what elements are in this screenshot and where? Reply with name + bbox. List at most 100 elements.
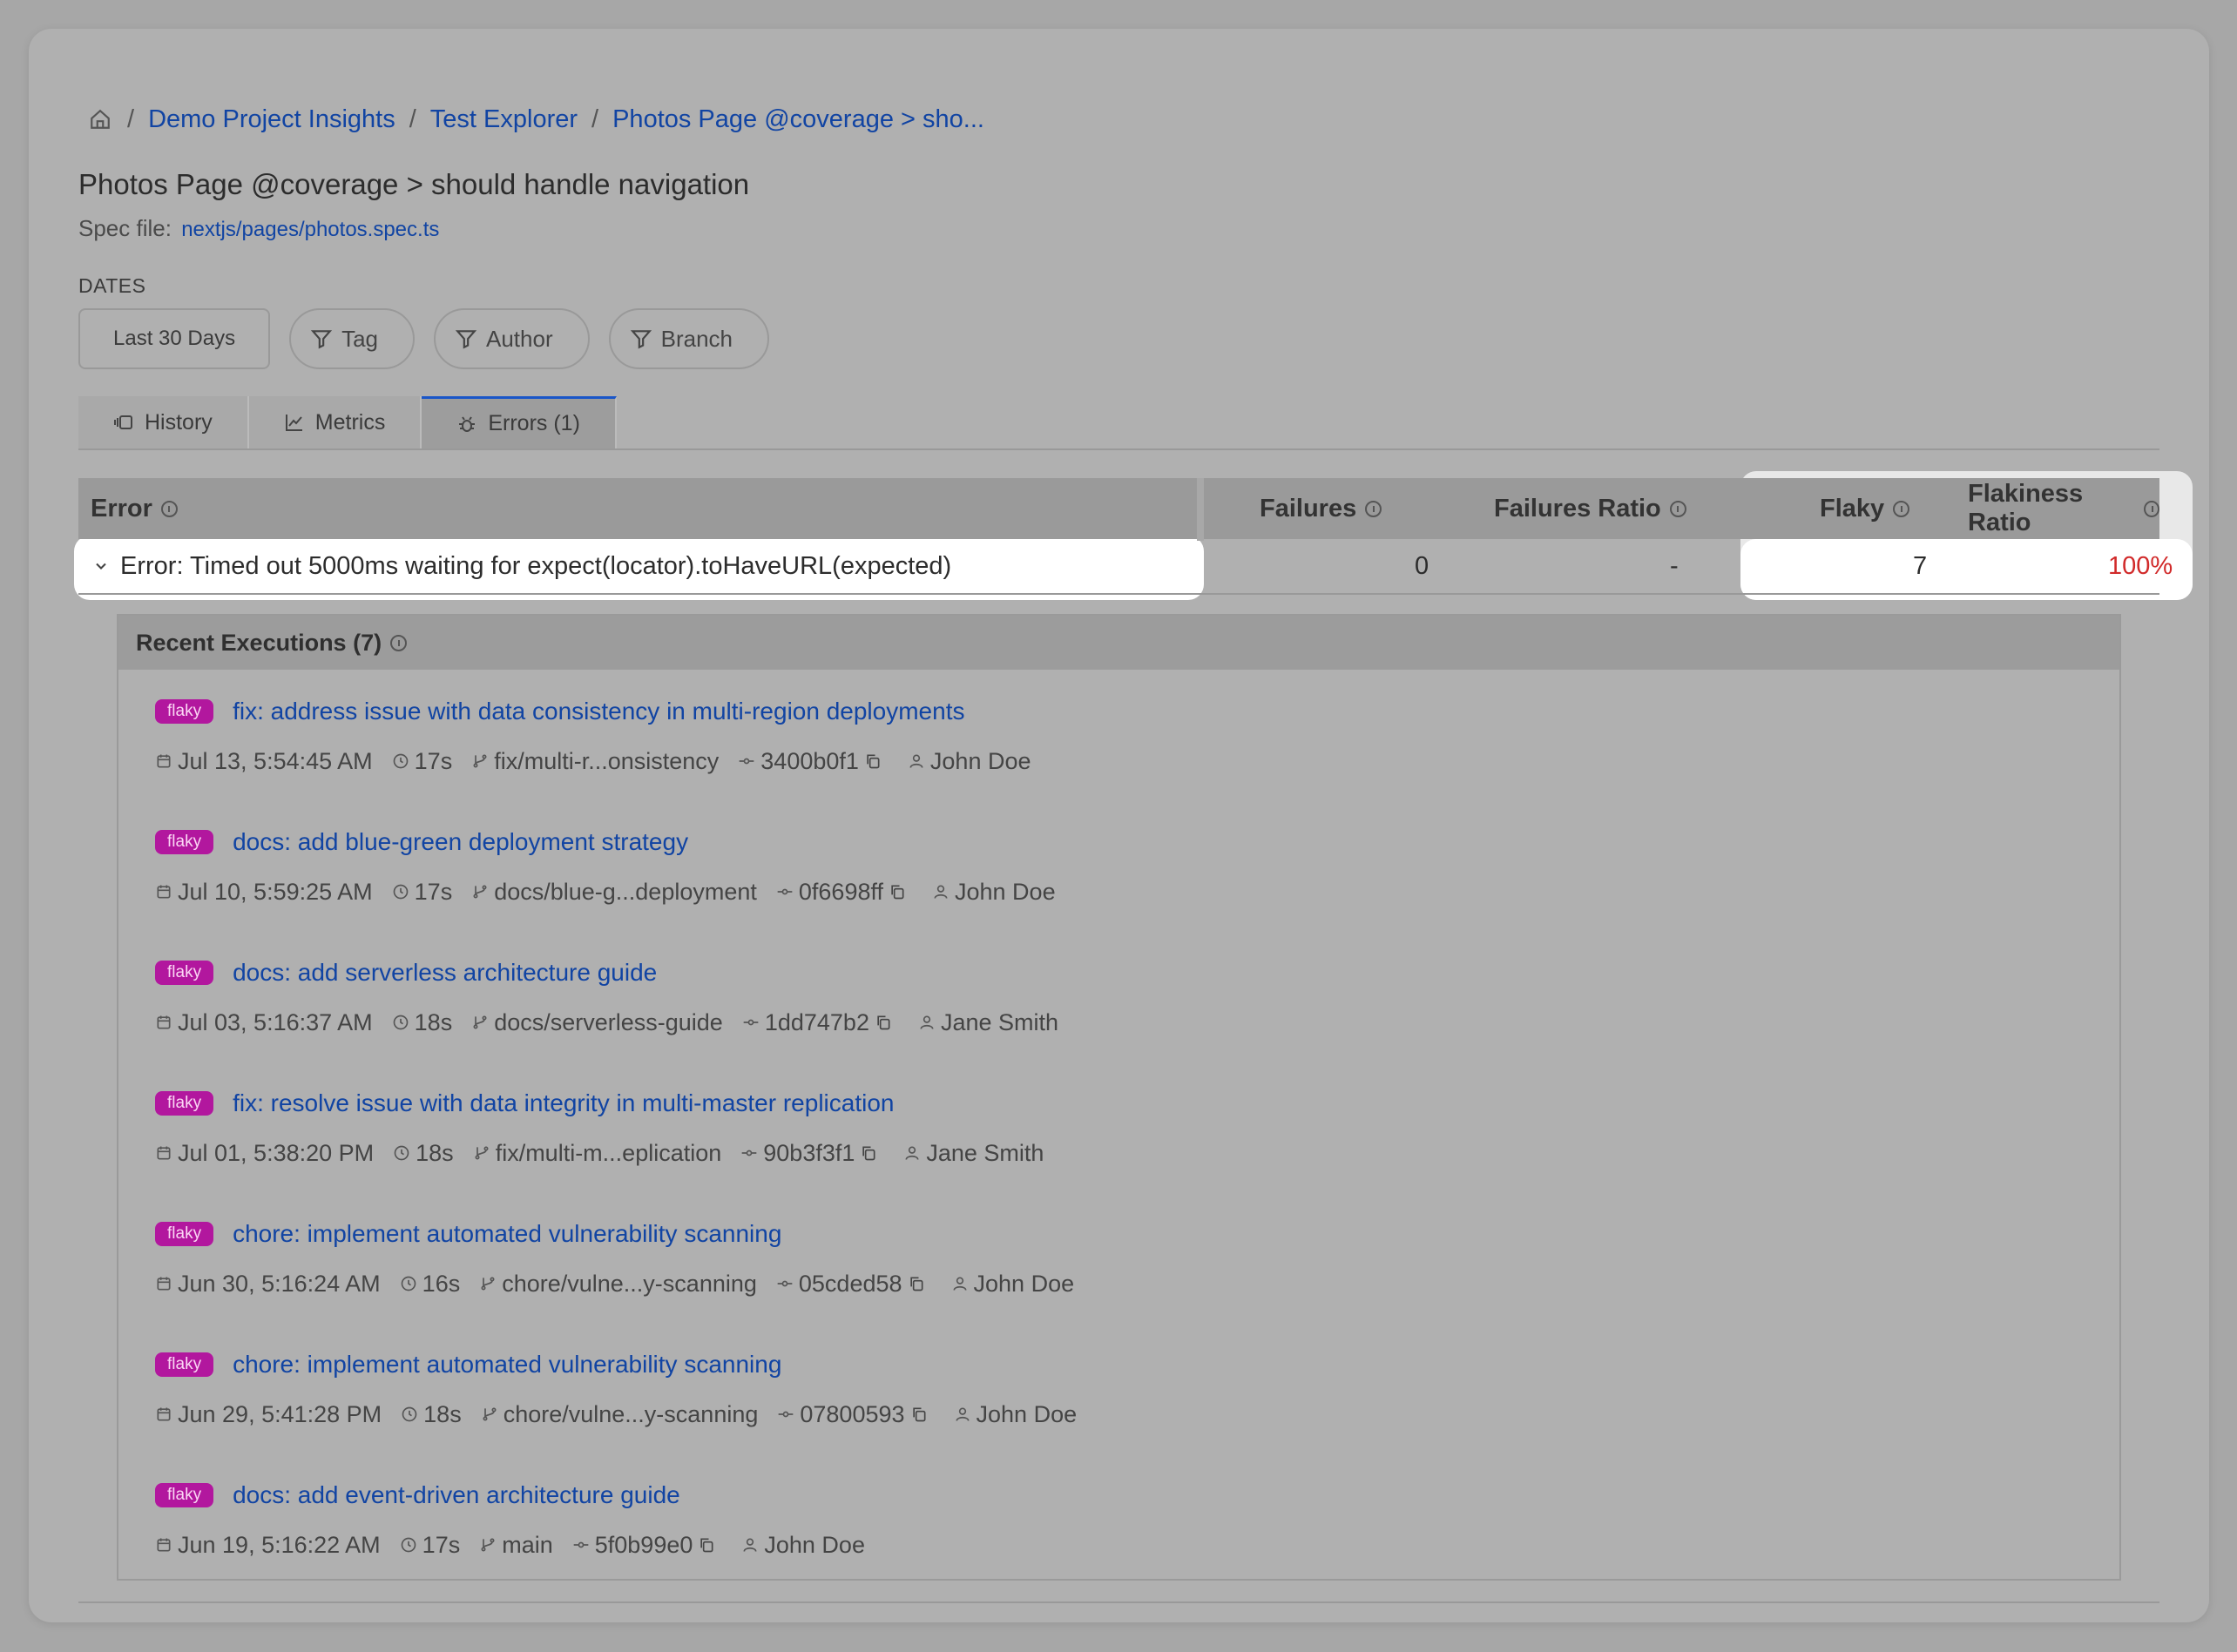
execution-date-text: Jun 30, 5:16:24 AM — [178, 1270, 381, 1297]
execution-title-link[interactable]: docs: add event-driven architecture guid… — [233, 1481, 680, 1509]
execution-date: Jun 30, 5:16:24 AM — [155, 1271, 381, 1298]
execution-branch-text: fix/multi-m...eplication — [495, 1139, 722, 1166]
info-icon[interactable] — [1365, 500, 1382, 517]
execution-commit-text: 5f0b99e0 — [594, 1531, 693, 1558]
clock-icon — [393, 753, 408, 769]
copy-icon[interactable] — [889, 883, 906, 900]
calendar-icon — [157, 754, 171, 768]
execution-date: Jul 10, 5:59:25 AM — [155, 879, 373, 906]
execution-date: Jul 01, 5:38:20 PM — [155, 1140, 374, 1167]
execution-title-link[interactable]: fix: resolve issue with data integrity i… — [233, 1089, 894, 1117]
recent-executions-panel: Recent Executions (7) flaky fix: address… — [117, 614, 2121, 1581]
execution-duration: 17s — [400, 1532, 460, 1559]
tab-history-label: History — [145, 409, 213, 435]
flaky-badge: flaky — [155, 830, 214, 854]
execution-branch: chore/vulne...y-scanning — [481, 1401, 758, 1428]
bug-icon — [459, 415, 476, 432]
git-branch-icon — [483, 1407, 497, 1421]
breadcrumb-separator: / — [409, 105, 416, 133]
column-header-failures[interactable]: Failures — [1260, 478, 1382, 539]
breadcrumb-current-test[interactable]: Photos Page @coverage > sho... — [612, 105, 984, 134]
execution-title-link[interactable]: chore: implement automated vulnerability… — [233, 1220, 781, 1248]
execution-title-link[interactable]: docs: add serverless architecture guide — [233, 959, 657, 987]
execution-branch: main — [479, 1532, 553, 1559]
main-card: / Demo Project Insights / Test Explorer … — [29, 29, 2209, 1622]
git-commit-icon — [777, 1280, 793, 1287]
execution-date-text: Jul 13, 5:54:45 AM — [178, 747, 373, 774]
execution-author-text: Jane Smith — [926, 1139, 1044, 1166]
column-header-error[interactable]: Error — [91, 478, 178, 539]
error-message: Error: Timed out 5000ms waiting for expe… — [120, 551, 952, 580]
list-item: flaky docs: add event-driven architectur… — [155, 1478, 884, 1562]
execution-author-text: John Doe — [955, 878, 1056, 905]
git-commit-icon — [573, 1541, 589, 1548]
author-filter-button[interactable]: Author — [434, 308, 590, 369]
execution-duration: 17s — [392, 748, 452, 775]
tab-errors-label: Errors (1) — [488, 411, 580, 435]
column-header-flakiness-ratio[interactable]: Flakiness Ratio — [1968, 478, 2159, 539]
list-item: flaky fix: resolve issue with data integ… — [155, 1086, 1063, 1170]
execution-branch: chore/vulne...y-scanning — [479, 1271, 757, 1298]
table-row[interactable]: Error: Timed out 5000ms waiting for expe… — [78, 539, 2173, 595]
copy-icon[interactable] — [698, 1536, 715, 1554]
tab-bar: History Metrics Errors (1) — [78, 396, 2159, 450]
copy-icon[interactable] — [908, 1275, 925, 1292]
execution-duration-text: 18s — [414, 1008, 453, 1035]
copy-icon[interactable] — [875, 1014, 892, 1031]
tab-metrics[interactable]: Metrics — [248, 396, 422, 448]
spec-file-label: Spec file: — [78, 215, 172, 241]
info-icon[interactable] — [1669, 500, 1686, 517]
tag-filter-button[interactable]: Tag — [289, 308, 415, 369]
git-commit-icon — [741, 1150, 757, 1156]
user-icon — [956, 1407, 970, 1421]
git-branch-icon — [475, 1146, 489, 1160]
copy-icon[interactable] — [910, 1406, 928, 1423]
execution-date: Jun 29, 5:41:28 PM — [155, 1401, 382, 1428]
info-icon[interactable] — [390, 634, 408, 651]
execution-author: John Doe — [932, 879, 1056, 906]
column-header-failures-ratio[interactable]: Failures Ratio — [1494, 478, 1686, 539]
execution-author-text: John Doe — [764, 1531, 865, 1558]
breadcrumb-separator: / — [127, 105, 135, 133]
calendar-icon — [157, 1538, 171, 1552]
execution-branch: docs/serverless-guide — [471, 1009, 723, 1036]
execution-branch-text: main — [502, 1531, 553, 1558]
execution-commit-text: 07800593 — [800, 1400, 905, 1427]
clock-icon — [393, 884, 408, 900]
column-header-flaky-label: Flaky — [1820, 494, 1885, 523]
execution-title-link[interactable]: fix: address issue with data consistency… — [233, 698, 964, 725]
failures-value: 0 — [1415, 551, 1429, 580]
column-header-flaky[interactable]: Flaky — [1820, 478, 1910, 539]
calendar-icon — [157, 1146, 171, 1160]
user-icon — [909, 754, 923, 768]
user-icon — [953, 1277, 967, 1291]
execution-branch-text: chore/vulne...y-scanning — [502, 1270, 757, 1297]
execution-branch-text: docs/serverless-guide — [494, 1008, 723, 1035]
error-cell[interactable]: Error: Timed out 5000ms waiting for expe… — [92, 539, 951, 593]
execution-duration-text: 18s — [423, 1400, 462, 1427]
info-icon[interactable] — [1893, 500, 1910, 517]
spec-file-link[interactable]: nextjs/pages/photos.spec.ts — [181, 218, 439, 241]
list-item: flaky chore: implement automated vulnera… — [155, 1347, 1096, 1432]
tab-history[interactable]: History — [78, 396, 249, 448]
execution-title-link[interactable]: docs: add blue-green deployment strategy — [233, 828, 688, 856]
execution-title-link[interactable]: chore: implement automated vulnerability… — [233, 1351, 781, 1379]
home-icon[interactable] — [87, 106, 113, 132]
date-range-button[interactable]: Last 30 Days — [78, 308, 271, 369]
info-icon[interactable] — [2144, 500, 2159, 517]
breadcrumb-project[interactable]: Demo Project Insights — [148, 105, 395, 134]
info-icon[interactable] — [160, 500, 178, 517]
branch-filter-button[interactable]: Branch — [608, 308, 769, 369]
chevron-down-icon[interactable] — [92, 557, 110, 575]
filter-icon — [455, 330, 477, 349]
copy-icon[interactable] — [860, 1144, 877, 1162]
column-header-error-label: Error — [91, 494, 152, 523]
branch-filter-label: Branch — [660, 325, 733, 352]
execution-duration-text: 16s — [422, 1270, 461, 1297]
git-commit-icon — [743, 1019, 759, 1026]
copy-icon[interactable] — [864, 752, 882, 770]
user-icon — [905, 1146, 919, 1160]
tab-errors[interactable]: Errors (1) — [422, 396, 617, 448]
breadcrumb-test-explorer[interactable]: Test Explorer — [430, 105, 578, 134]
flaky-count-value: 7 — [1913, 551, 1928, 580]
